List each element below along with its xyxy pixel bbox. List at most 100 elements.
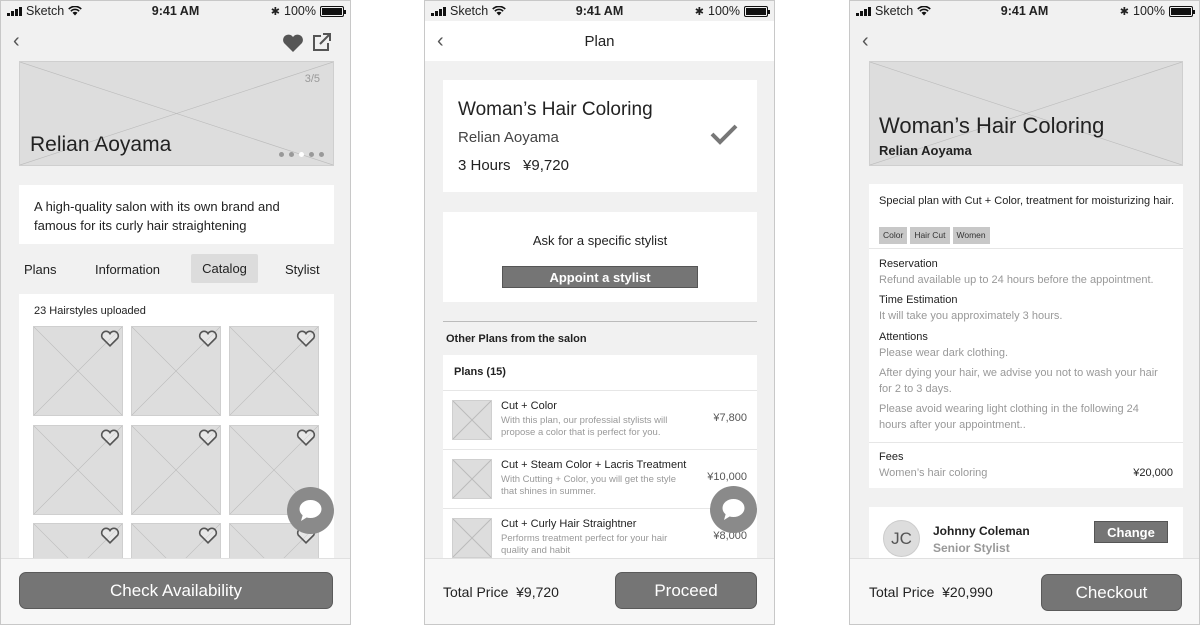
tab-plans[interactable]: Plans [24, 262, 57, 277]
plan-thumbnail [452, 518, 492, 558]
tag-color: Color [879, 227, 908, 244]
bluetooth-icon: ✱ [694, 5, 705, 18]
tab-information[interactable]: Information [95, 262, 160, 277]
reservation-text: Refund available up to 24 hours before t… [879, 274, 1154, 286]
page-title: Plan [584, 33, 615, 50]
catalog-thumbnail[interactable] [33, 326, 123, 416]
divider [869, 442, 1183, 443]
total-price: Total Price ¥20,990 [869, 584, 993, 600]
heart-outline-icon[interactable] [198, 527, 218, 545]
catalog-thumbnail[interactable] [33, 425, 123, 515]
selected-plan-card[interactable]: Woman’s Hair Coloring Relian Aoyama 3 Ho… [443, 80, 757, 192]
other-plans-header: Other Plans from the salon [446, 333, 587, 345]
back-chevron-icon[interactable]: ‹ [862, 31, 869, 51]
plans-count: Plans (15) [454, 366, 506, 378]
battery-icon [1169, 5, 1195, 17]
heart-outline-icon[interactable] [296, 330, 316, 348]
total-amount: ¥9,720 [516, 584, 559, 600]
total-amount: ¥20,990 [942, 584, 993, 600]
plans-list: Plans (15) Cut + Color With this plan, ou… [443, 355, 757, 585]
screen-plan-detail: Sketch 9:41 AM ✱ 100% ‹ Woman’s Hair Colo… [849, 0, 1200, 625]
proceed-button[interactable]: Proceed [615, 572, 757, 609]
divider [443, 321, 757, 322]
heart-outline-icon[interactable] [296, 429, 316, 447]
plan-duration: 3 Hours [458, 157, 511, 174]
heart-outline-icon[interactable] [100, 527, 120, 545]
plan-duration-price: 3 Hours ¥9,720 [458, 157, 569, 174]
stylist-name: Johnny Coleman [933, 524, 1030, 538]
hero-image[interactable]: 3/5 Relian Aoyama [19, 61, 334, 166]
checkout-button[interactable]: Checkout [1041, 574, 1182, 611]
total-label: Total Price [869, 584, 935, 600]
plan-item-desc: With this plan, our professial stylists … [501, 415, 668, 438]
tag-hair-cut: Hair Cut [910, 227, 950, 244]
heart-filled-icon[interactable] [282, 34, 304, 53]
bluetooth-icon: ✱ [1119, 5, 1130, 18]
salon-description: A high-quality salon with its own brand … [34, 199, 280, 233]
checkmark-icon [710, 124, 738, 145]
catalog-panel: 23 Hairstyles uploaded [19, 294, 334, 613]
catalog-thumbnail[interactable] [131, 425, 221, 515]
attention-1: Please wear dark clothing. [879, 347, 1009, 359]
plan-thumbnail [452, 459, 492, 499]
plan-price: ¥9,720 [523, 157, 569, 174]
bottom-bar: Check Availability [1, 558, 350, 624]
carousel-dots[interactable] [279, 152, 324, 157]
plan-salon-name: Relian Aoyama [879, 143, 972, 158]
tab-catalog[interactable]: Catalog [191, 254, 258, 283]
bottom-bar: Total Price ¥20,990 Checkout [850, 558, 1199, 624]
salon-name: Relian Aoyama [30, 133, 172, 156]
appoint-stylist-button[interactable]: Appoint a stylist [502, 266, 698, 288]
fees-item: Women’s hair coloring [879, 467, 988, 479]
plan-list-item[interactable]: Cut + Steam Color + Lacris Treatment With… [443, 449, 757, 508]
chat-button[interactable] [287, 487, 334, 534]
bottom-bar: Total Price ¥9,720 Proceed [425, 558, 774, 624]
catalog-thumbnail[interactable] [131, 326, 221, 416]
plan-item-name: Cut + Curly Hair Straightner [501, 518, 637, 530]
time-estimation-label: Time Estimation [879, 294, 958, 306]
plan-name: Woman’s Hair Coloring [458, 99, 653, 120]
attention-3: Please avoid wearing light clothing in t… [879, 403, 1139, 431]
catalog-thumbnail[interactable] [229, 326, 319, 416]
total-price: Total Price ¥9,720 [443, 584, 559, 600]
total-label: Total Price [443, 584, 509, 600]
attention-2: After dying your hair, we advise you not… [879, 367, 1158, 395]
chat-button[interactable] [710, 486, 757, 533]
tab-bar: Plans Information Catalog Stylist [19, 254, 334, 284]
fees-price: ¥20,000 [1133, 467, 1173, 479]
back-chevron-icon[interactable]: ‹ [437, 31, 444, 51]
battery-percent: 100% [708, 4, 740, 18]
tab-stylist[interactable]: Stylist [285, 262, 320, 277]
status-bar: Sketch 9:41 AM ✱ 100% [1, 1, 350, 21]
heart-outline-icon[interactable] [198, 330, 218, 348]
check-availability-button[interactable]: Check Availability [19, 572, 333, 609]
heart-outline-icon[interactable] [100, 429, 120, 447]
battery-icon [320, 5, 346, 17]
divider [869, 248, 1183, 249]
share-icon[interactable] [312, 32, 332, 52]
avatar: JC [883, 520, 920, 557]
stylist-request-card: Ask for a specific stylist Appoint a sty… [443, 212, 757, 302]
plan-hero-image: Woman’s Hair Coloring Relian Aoyama [869, 61, 1183, 166]
catalog-count: 23 Hairstyles uploaded [34, 305, 146, 317]
battery-percent: 100% [284, 4, 316, 18]
heart-outline-icon[interactable] [100, 330, 120, 348]
stylist-role: Senior Stylist [933, 541, 1010, 555]
status-bar: Sketch 9:41 AM ✱ 100% [425, 1, 774, 21]
nav-bar: Plan [425, 21, 774, 61]
tag-women: Women [952, 227, 990, 244]
heart-outline-icon[interactable] [198, 429, 218, 447]
plan-item-price: ¥7,800 [713, 412, 747, 424]
battery-percent: 100% [1133, 4, 1165, 18]
plan-item-desc: Performs treatment perfect for your hair… [501, 533, 668, 556]
plan-item-desc: With Cutting + Color, you will get the s… [501, 474, 677, 497]
plan-detail-card: Special plan with Cut + Color, treatment… [869, 184, 1183, 488]
plan-summary: Special plan with Cut + Color, treatment… [879, 195, 1174, 207]
change-stylist-button[interactable]: Change [1094, 521, 1168, 543]
plan-title: Woman’s Hair Coloring [879, 113, 1105, 138]
attentions-label: Attentions [879, 331, 928, 343]
back-chevron-icon[interactable]: ‹ [13, 31, 20, 51]
bluetooth-icon: ✱ [270, 5, 281, 18]
plan-list-item[interactable]: Cut + Color With this plan, our professia… [443, 390, 757, 449]
plan-item-price: ¥10,000 [707, 471, 747, 483]
